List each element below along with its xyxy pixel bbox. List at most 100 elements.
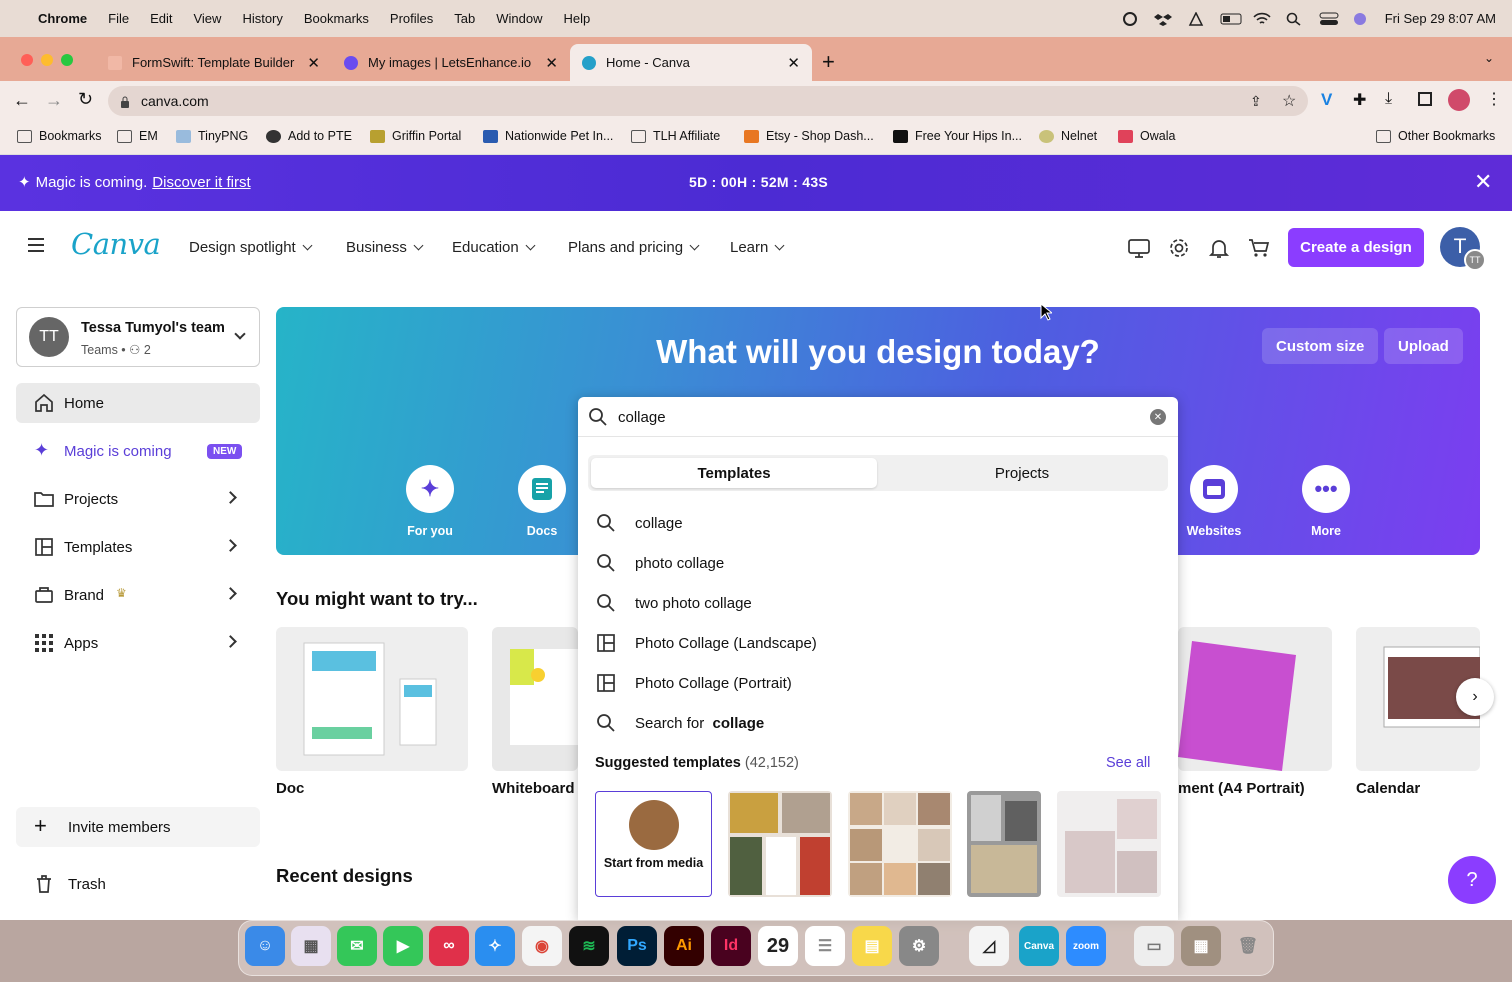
zoom-icon[interactable]: zoom	[1066, 926, 1106, 966]
menu-file[interactable]: File	[108, 11, 129, 26]
tab-projects[interactable]: Projects	[879, 458, 1165, 488]
see-all-link[interactable]: See all	[1106, 755, 1150, 771]
nav-plans-pricing[interactable]: Plans and pricing	[568, 239, 698, 256]
category-websites[interactable]: Websites	[1179, 465, 1249, 538]
menu-profiles[interactable]: Profiles	[390, 11, 433, 26]
address-bar[interactable]: canva.com ⇪ ☆	[108, 86, 1308, 116]
bookmark-add-to-pte[interactable]: Add to PTE	[266, 121, 352, 151]
banner-close-icon[interactable]: ✕	[1474, 169, 1492, 195]
chevron-right-icon[interactable]	[224, 587, 237, 600]
custom-size-button[interactable]: Custom size	[1262, 328, 1379, 364]
trash-bin-icon[interactable]: 🗑	[1228, 926, 1268, 966]
bookmark-tlh[interactable]: TLH Affiliate	[631, 121, 720, 151]
wifi-icon[interactable]	[1253, 12, 1271, 26]
canva-logo[interactable]: Canva	[71, 227, 161, 261]
back-icon[interactable]: ←	[13, 90, 31, 111]
team-switcher[interactable]: TT Tessa Tumyol's team Teams • ⚇ 2	[16, 307, 260, 367]
invite-members-button[interactable]: + Invite members	[16, 807, 260, 847]
bookmark-owala[interactable]: Owala	[1118, 121, 1175, 151]
sidebar-item-brand[interactable]: Brand ♛	[16, 575, 260, 615]
share-icon[interactable]: ⇪	[1250, 93, 1262, 110]
facetime-icon[interactable]: ▶	[383, 926, 423, 966]
calendar-app-icon[interactable]: 29	[758, 926, 798, 966]
cart-icon[interactable]	[1248, 237, 1270, 259]
siri-icon[interactable]	[1352, 12, 1369, 26]
bookmark-bookmarks[interactable]: Bookmarks	[17, 121, 102, 151]
carousel-next-button[interactable]: ›	[1456, 678, 1494, 716]
tab-templates[interactable]: Templates	[591, 458, 877, 488]
settings-gear-icon[interactable]	[1168, 237, 1190, 259]
create-design-button[interactable]: Create a design	[1288, 228, 1424, 267]
nav-education[interactable]: Education	[452, 239, 534, 256]
nav-design-spotlight[interactable]: Design spotlight	[189, 239, 311, 256]
suggestion-item[interactable]: Photo Collage (Portrait)	[596, 663, 1160, 703]
clear-search-icon[interactable]: ✕	[1150, 409, 1166, 425]
bookmark-nationwide[interactable]: Nationwide Pet In...	[483, 121, 613, 151]
hamburger-menu-icon[interactable]	[28, 238, 44, 252]
tab-close-icon[interactable]: ✕	[787, 54, 800, 72]
messages-icon[interactable]: ✉	[337, 926, 377, 966]
menu-window[interactable]: Window	[496, 11, 542, 26]
chevron-right-icon[interactable]	[224, 635, 237, 648]
template-thumbnail[interactable]	[967, 791, 1041, 897]
battery-icon[interactable]	[1220, 12, 1242, 26]
chrome-menu-icon[interactable]: ⋮	[1486, 89, 1502, 109]
suggestion-item[interactable]: Photo Collage (Landscape)	[596, 623, 1160, 663]
bookmark-other[interactable]: Other Bookmarks	[1376, 121, 1495, 151]
bookmark-tinypng[interactable]: TinyPNG	[176, 121, 248, 151]
sidebar-item-home[interactable]: Home	[16, 383, 260, 423]
system-settings-icon[interactable]: ⚙	[899, 926, 939, 966]
search-input[interactable]: collage ✕	[578, 397, 1178, 437]
menu-tab[interactable]: Tab	[454, 11, 475, 26]
window-minimize-icon[interactable]	[41, 54, 53, 66]
tab-close-icon[interactable]: ✕	[307, 54, 320, 72]
sidebar-item-apps[interactable]: Apps	[16, 623, 260, 663]
template-thumbnail[interactable]	[848, 791, 952, 897]
start-from-media-button[interactable]: Start from media	[595, 791, 712, 897]
chrome-icon[interactable]: ◉	[522, 926, 562, 966]
sidebar-item-trash[interactable]: Trash	[16, 864, 260, 904]
suggestion-item[interactable]: collage	[596, 503, 1160, 543]
menu-bookmarks[interactable]: Bookmarks	[304, 11, 369, 26]
category-more[interactable]: ••• More	[1291, 465, 1361, 538]
nav-business[interactable]: Business	[346, 239, 422, 256]
sidebar-item-templates[interactable]: Templates	[16, 527, 260, 567]
photoshop-icon[interactable]: Ps	[617, 926, 657, 966]
bookmark-griffin[interactable]: Griffin Portal	[370, 121, 461, 151]
suggestion-item[interactable]: photo collage	[596, 543, 1160, 583]
menubar-datetime[interactable]: Fri Sep 29 8:07 AM	[1385, 11, 1496, 26]
bookmark-free-your-hips[interactable]: Free Your Hips In...	[893, 121, 1022, 151]
tab-search-chevron-icon[interactable]: ⌄	[1484, 51, 1494, 65]
bookmark-em[interactable]: EM	[117, 121, 158, 151]
menu-help[interactable]: Help	[564, 11, 591, 26]
suggestion-item[interactable]: two photo collage	[596, 583, 1160, 623]
window-close-icon[interactable]	[21, 54, 33, 66]
sidebar-item-projects[interactable]: Projects	[16, 479, 260, 519]
tab-canva-home[interactable]: Home - Canva ✕	[570, 44, 812, 81]
tab-close-icon[interactable]: ✕	[545, 54, 558, 72]
canva-app-icon[interactable]: Canva	[1019, 926, 1059, 966]
bookmark-star-icon[interactable]: ☆	[1282, 91, 1296, 111]
notes-icon[interactable]: ▤	[852, 926, 892, 966]
dropbox-icon[interactable]	[1153, 12, 1172, 26]
notch-icon[interactable]	[1187, 10, 1204, 26]
finder-icon[interactable]: ☺	[245, 926, 285, 966]
launchpad-icon[interactable]: ▦	[291, 926, 331, 966]
indesign-icon[interactable]: Id	[711, 926, 751, 966]
template-thumbnail[interactable]	[1057, 791, 1161, 897]
user-avatar[interactable]: T TT	[1440, 227, 1486, 271]
app-icon[interactable]: ◿	[969, 926, 1009, 966]
new-tab-icon[interactable]: +	[822, 49, 835, 75]
chevron-right-icon[interactable]	[224, 539, 237, 552]
card-document-a4[interactable]	[1178, 627, 1332, 771]
menu-view[interactable]: View	[193, 11, 221, 26]
bookmark-nelnet[interactable]: Nelnet	[1039, 121, 1097, 151]
menu-edit[interactable]: Edit	[150, 11, 172, 26]
banner-link[interactable]: Discover it first	[152, 174, 250, 191]
card-whiteboard[interactable]	[492, 627, 578, 771]
spotify-icon[interactable]: ≋	[569, 926, 609, 966]
profile-avatar-icon[interactable]	[1448, 89, 1470, 111]
notifications-bell-icon[interactable]	[1208, 237, 1230, 259]
forward-icon[interactable]: →	[45, 90, 63, 111]
safari-icon[interactable]: ✧	[475, 926, 515, 966]
